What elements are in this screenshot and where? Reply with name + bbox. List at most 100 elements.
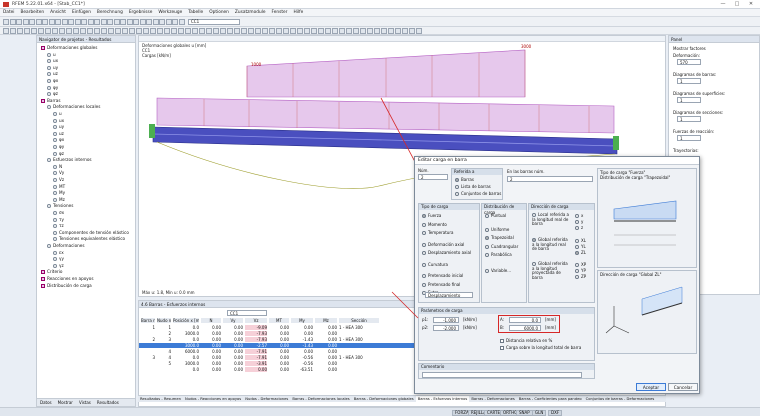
table-tab[interactable]: Barras - Deformaciones	[469, 396, 516, 403]
table-cell[interactable]	[141, 361, 155, 366]
tree-item[interactable]: Deformaciones locales	[47, 104, 100, 110]
toolbar-tool-icon[interactable]	[94, 19, 100, 25]
toolbar-tool-icon[interactable]	[73, 28, 79, 34]
tree-item[interactable]: My	[53, 190, 65, 196]
table-cell[interactable]: 3	[141, 355, 155, 360]
direction-global-projected-option[interactable]: Global referida a la longitud proyectada…	[532, 261, 570, 280]
table-tab[interactable]: Barras - Coeficientes para pandeo	[517, 396, 584, 403]
toolbar-tool-icon[interactable]	[45, 28, 51, 34]
table-cell[interactable]: -9.09	[245, 325, 267, 330]
table-cell[interactable]: 0.00	[315, 355, 337, 360]
toolbar-tool-icon[interactable]	[66, 28, 72, 34]
toolbar-tool-icon[interactable]	[241, 28, 247, 34]
table-cell[interactable]: 6000.0	[173, 349, 199, 354]
toolbar-tool-icon[interactable]	[59, 28, 65, 34]
refer-bar-list-option[interactable]: Lista de barras	[455, 184, 491, 189]
table-cell[interactable]: 1 - HEA 300	[339, 325, 379, 330]
on-bars-input[interactable]: 2	[507, 176, 593, 182]
refer-bars-option[interactable]: Barras	[455, 177, 474, 182]
table-cell[interactable]: 4	[157, 349, 171, 354]
toolbar-tool-icon[interactable]	[199, 28, 205, 34]
table-tab[interactable]: Barras - Deformaciones locales	[290, 396, 351, 403]
toolbar-tool-icon[interactable]	[374, 28, 380, 34]
menu-item[interactable]: Datei	[0, 9, 17, 16]
toolbar-tool-icon[interactable]	[283, 28, 289, 34]
table-cell[interactable]	[339, 367, 379, 372]
table-cell[interactable]: 0.00	[201, 367, 221, 372]
table-cell[interactable]	[141, 343, 155, 348]
table-cell[interactable]: 3	[157, 337, 171, 342]
dist-option[interactable]: Cuadrangular	[485, 244, 518, 249]
table-cell[interactable]: -0.56	[291, 361, 313, 366]
toolbar-tool-icon[interactable]	[38, 28, 44, 34]
table-cell[interactable]: 0.00	[291, 325, 313, 330]
table-cell[interactable]: 0.00	[223, 367, 243, 372]
table-cell[interactable]: -7.91	[245, 355, 267, 360]
table-cell[interactable]: 0.00	[223, 331, 243, 336]
toolbar-tool-icon[interactable]	[360, 28, 366, 34]
table-cell[interactable]: 2	[141, 337, 155, 342]
direction-axis-option[interactable]: ZP	[575, 274, 586, 279]
toolbar-tool-icon[interactable]	[318, 28, 324, 34]
toolbar-tool-icon[interactable]	[10, 28, 16, 34]
toolbar-tool-icon[interactable]	[339, 28, 345, 34]
toolbar-tool-icon[interactable]	[35, 19, 42, 25]
toolbar-tool-icon[interactable]	[122, 28, 128, 34]
table-cell[interactable]	[339, 349, 379, 354]
tree-item[interactable]: τy	[53, 217, 64, 223]
tree-item[interactable]: φz	[47, 91, 58, 97]
toolbar-tool-icon[interactable]	[152, 19, 159, 25]
direction-axis-option[interactable]: x	[575, 213, 583, 218]
toolbar-tool-icon[interactable]	[129, 28, 135, 34]
tree-item[interactable]: uz	[47, 71, 58, 77]
toolbar-tool-icon[interactable]	[143, 28, 149, 34]
table-cell[interactable]: -2.57	[245, 343, 267, 348]
toolbar-tool-icon[interactable]	[178, 19, 185, 25]
table-cell[interactable]: 0.0	[173, 367, 199, 372]
navigator-tab[interactable]: Datos	[37, 399, 55, 407]
toolbar-tool-icon[interactable]	[172, 19, 178, 25]
direction-axis-option[interactable]: YP	[575, 268, 586, 273]
refer-bar-sets-option[interactable]: Conjuntos de barras	[455, 191, 501, 196]
direction-axis-option[interactable]: XP	[575, 262, 586, 267]
toolbar-tool-icon[interactable]	[42, 19, 48, 25]
table-cell[interactable]: 0.00	[315, 367, 337, 372]
toolbar-tool-icon[interactable]	[353, 28, 359, 34]
toolbar-tool-icon[interactable]	[185, 28, 191, 34]
tree-item[interactable]: Tensiones equivalentes elástico	[53, 236, 125, 242]
dist-option[interactable]: Uniforme	[485, 227, 509, 232]
toolbar-tool-icon[interactable]	[115, 28, 121, 34]
table-cell[interactable]: 0.00	[269, 361, 289, 366]
table-cell[interactable]: 0.00	[223, 343, 243, 348]
toolbar-tool-icon[interactable]	[381, 28, 387, 34]
menu-item[interactable]: Optionen	[206, 9, 232, 16]
table-cell[interactable]: 0.00	[223, 355, 243, 360]
ok-button[interactable]: Aceptar	[636, 383, 666, 391]
tree-item[interactable]: Vz	[53, 177, 64, 183]
toolbar-tool-icon[interactable]	[346, 28, 352, 34]
minimize-button[interactable]: —	[716, 1, 730, 8]
toolbar-tool-icon[interactable]	[87, 28, 93, 34]
tree-item[interactable]: Deformaciones	[47, 243, 85, 249]
loadcase-select[interactable]: CC1	[188, 19, 240, 25]
menu-item[interactable]: Werkzeuge	[155, 9, 185, 16]
loadtype-option[interactable]: Pretensado inicial	[422, 273, 463, 278]
toolbar-tool-icon[interactable]	[297, 28, 303, 34]
toolbar-tool-icon[interactable]	[402, 28, 408, 34]
table-cell[interactable]: 0.00	[315, 325, 337, 330]
toolbar-tool-icon[interactable]	[206, 28, 212, 34]
loadtype-option[interactable]: Momento	[422, 222, 447, 227]
tree-item[interactable]: uz	[53, 131, 64, 137]
table-cell[interactable]: 0.00	[291, 349, 313, 354]
toolbar-tool-icon[interactable]	[16, 19, 22, 25]
tree-item[interactable]: Reacciones en apoyos	[41, 276, 94, 282]
table-cell[interactable]: -7.93	[245, 337, 267, 342]
toolbar-tool-icon[interactable]	[150, 28, 156, 34]
table-cell[interactable]: 0.0	[173, 325, 199, 330]
toolbar-tool-icon[interactable]	[52, 28, 58, 34]
toolbar-tool-icon[interactable]	[3, 28, 9, 34]
table-cell[interactable]	[339, 343, 379, 348]
dist-option[interactable]: Puntual	[485, 213, 506, 218]
tree-item[interactable]: φz	[53, 151, 64, 157]
tree-item[interactable]: u	[47, 52, 56, 58]
